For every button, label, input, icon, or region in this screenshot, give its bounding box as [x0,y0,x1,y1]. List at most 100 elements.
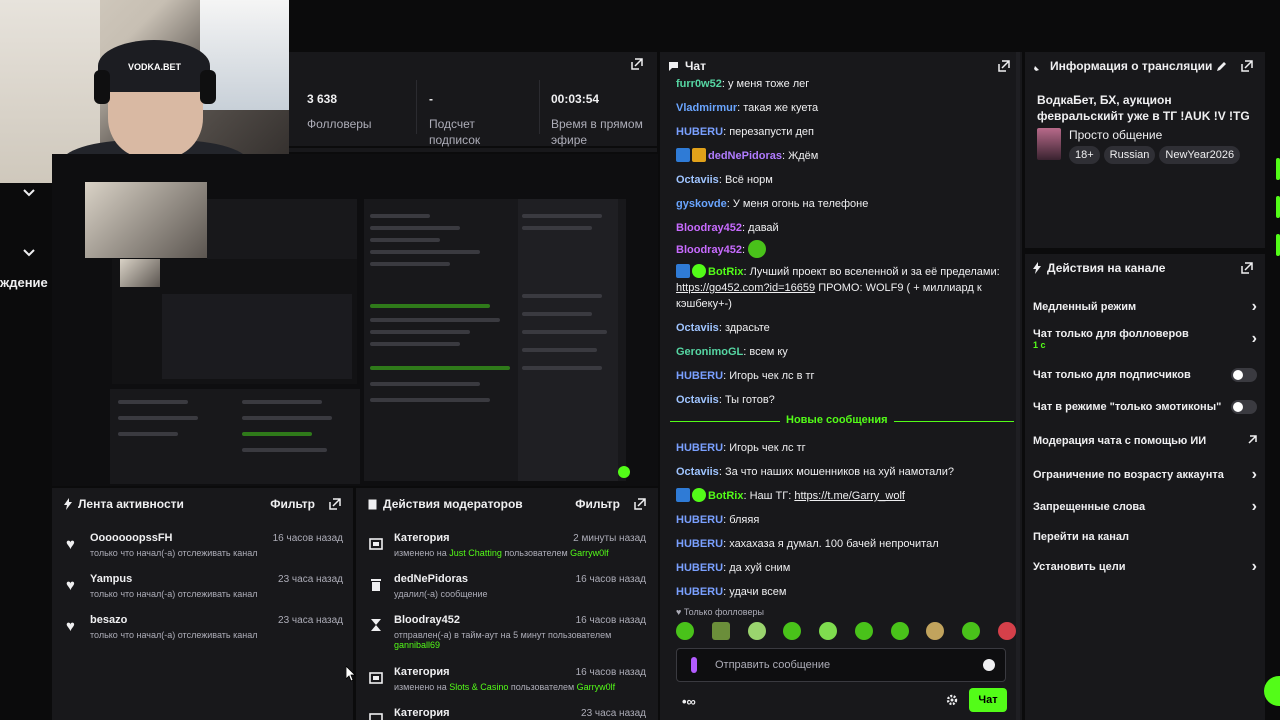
toggle-switch[interactable] [1231,368,1257,382]
tag[interactable]: NewYear2026 [1159,146,1241,164]
chat-message[interactable]: Bloodray452: давай [676,220,1011,236]
activity-filter-button[interactable]: Фильтр [270,497,315,511]
chat-username[interactable]: HUBERU [676,586,723,598]
chat-message[interactable]: gyskovde: У меня огонь на телефоне [676,196,1011,212]
chat-message[interactable]: Octaviis: Всё норм [676,172,1011,188]
chat-message[interactable]: HUBERU: да хуй сним [676,560,1011,576]
popout-icon[interactable] [1241,60,1253,72]
emote-icon[interactable] [997,622,1016,640]
chat-message[interactable]: Vladmirmur: такая же куета [676,100,1011,116]
popout-icon[interactable] [998,60,1010,72]
gear-icon[interactable] [946,694,958,709]
mod-action-item[interactable]: Категория 23 часа назад [356,703,658,720]
popout-icon[interactable] [329,498,341,510]
category-thumbnail[interactable] [1037,128,1061,160]
chat-message[interactable]: HUBERU: удачи всем [676,584,1011,600]
popout-icon[interactable] [634,498,646,510]
chat-username[interactable]: HUBERU [676,514,723,526]
chat-message[interactable]: Octaviis: За что наших мошенников на хуй… [676,464,1011,480]
activity-item[interactable]: ♥ Yampus 23 часа назад только что начал(… [52,569,353,609]
chat-username[interactable]: Octaviis [676,174,719,186]
chat-username[interactable]: gyskovde [676,198,727,210]
chat-username[interactable]: HUBERU [676,370,723,382]
emote-icon[interactable] [676,622,694,640]
channel-action-row[interactable]: Ограничение по возрасту аккаунта › [1025,460,1265,490]
chat-message[interactable]: HUBERU: Игорь чек лс тг [676,440,1011,456]
stream-preview[interactable] [52,154,658,486]
mod-action-item[interactable]: dedNePidoras 16 часов назад удалил(-а) с… [356,569,658,609]
channel-action-row[interactable]: Модерация чата с помощью ИИ [1025,426,1265,456]
chat-username[interactable]: HUBERU [676,126,723,138]
emote-icon[interactable] [819,622,838,640]
chat-username[interactable]: furr0w52 [676,78,722,90]
tag[interactable]: Russian [1103,146,1156,164]
chat-username[interactable]: HUBERU [676,442,723,454]
activity-item[interactable]: ♥ besazo 23 часа назад только что начал(… [52,610,353,650]
chevron-right-icon[interactable]: › [1252,298,1257,316]
chat-message[interactable]: GeronimoGL: всем ку [676,344,1011,360]
chevron-right-icon[interactable]: › [1252,330,1257,348]
chat-username[interactable]: Vladmirmur [676,102,737,114]
chat-username[interactable]: BotRix [708,266,743,278]
channel-action-row[interactable]: Запрещенные слова › [1025,492,1265,522]
points-icon[interactable]: •∞ [682,694,696,709]
channel-action-row[interactable]: Чат только для подписчиков [1025,360,1265,390]
channel-action-row[interactable]: Чат в режиме "только эмотиконы" [1025,392,1265,422]
chat-message[interactable]: BotRix: Наш ТГ: https://t.me/Garry_wolf [676,488,1011,504]
chat-message[interactable]: Octaviis: Ты готов? [676,392,1011,408]
chat-username[interactable]: GeronimoGL [676,346,743,358]
chat-username[interactable]: Octaviis [676,394,719,406]
chat-message[interactable]: BotRix: Лучший проект во вселенной и за … [676,264,1011,312]
chat-username[interactable]: Octaviis [676,466,719,478]
popout-icon[interactable] [1241,262,1253,274]
chat-message[interactable]: HUBERU: Игорь чек лс в тг [676,368,1011,384]
chat-username[interactable]: HUBERU [676,562,723,574]
channel-action-row[interactable]: Перейти на канал [1025,522,1265,552]
stream-category[interactable]: Просто общение [1069,128,1162,142]
chevron-down-icon[interactable] [22,187,36,201]
emote-icon[interactable] [711,622,730,640]
help-fab[interactable] [1264,676,1280,706]
chevron-right-icon[interactable]: › [1252,466,1257,484]
chat-link[interactable]: https://go452.com?id=16659 [676,282,815,294]
toggle-switch[interactable] [1231,400,1257,414]
chat-username[interactable]: BotRix [708,490,743,502]
chat-message[interactable]: furr0w52: у меня тоже лег [676,76,1011,92]
mod-action-item[interactable]: Bloodray452 16 часов назад отправлен(-а)… [356,610,658,650]
chat-username[interactable]: HUBERU [676,538,723,550]
channel-action-row[interactable]: Медленный режим › [1025,292,1265,322]
pencil-icon[interactable] [1216,61,1227,72]
chat-message[interactable]: HUBERU: перезапусти деп [676,124,1011,140]
emote-icon[interactable] [783,622,802,640]
chat-input[interactable]: Отправить сообщение [676,648,1006,682]
chat-username[interactable]: Octaviis [676,322,719,334]
activity-item[interactable]: ♥ OoooooopssFH 16 часов назад только что… [52,528,353,568]
emote-icon[interactable] [926,622,945,640]
emoji-icon[interactable] [983,659,995,671]
chat-scrollbar[interactable] [1016,52,1020,720]
channel-action-row[interactable]: Установить цели › [1025,552,1265,582]
chevron-right-icon[interactable]: › [1252,498,1257,516]
emote-icon[interactable] [890,622,909,640]
chat-message[interactable]: HUBERU: хахахаза я думал. 100 бачей непр… [676,536,1011,552]
mic-icon[interactable] [691,657,697,673]
mod-action-item[interactable]: Категория 16 часов назад изменено на Slo… [356,662,658,702]
emote-icon[interactable] [962,622,981,640]
chat-message[interactable]: HUBERU: бляяя [676,512,1011,528]
emote-icon[interactable] [854,622,873,640]
chat-message[interactable]: dedNePidoras: Ждём [676,148,1011,164]
channel-action-row[interactable]: Чат только для фолловеров 1 с › [1025,324,1265,354]
chat-username[interactable]: Bloodray452 [676,244,742,256]
chat-link[interactable]: https://t.me/Garry_wolf [794,490,905,502]
chat-username[interactable]: Bloodray452 [676,222,742,234]
popout-icon[interactable] [631,58,645,72]
emote-icon[interactable] [747,622,766,640]
chevron-down-icon[interactable] [22,247,36,261]
external-link-icon[interactable] [1247,434,1257,448]
mods-filter-button[interactable]: Фильтр [575,497,620,511]
emote-bar[interactable] [676,622,1016,640]
send-chat-button[interactable]: Чат [969,688,1007,712]
chevron-right-icon[interactable]: › [1252,558,1257,576]
tag[interactable]: 18+ [1069,146,1100,164]
chat-message[interactable]: Octaviis: здрасьте [676,320,1011,336]
